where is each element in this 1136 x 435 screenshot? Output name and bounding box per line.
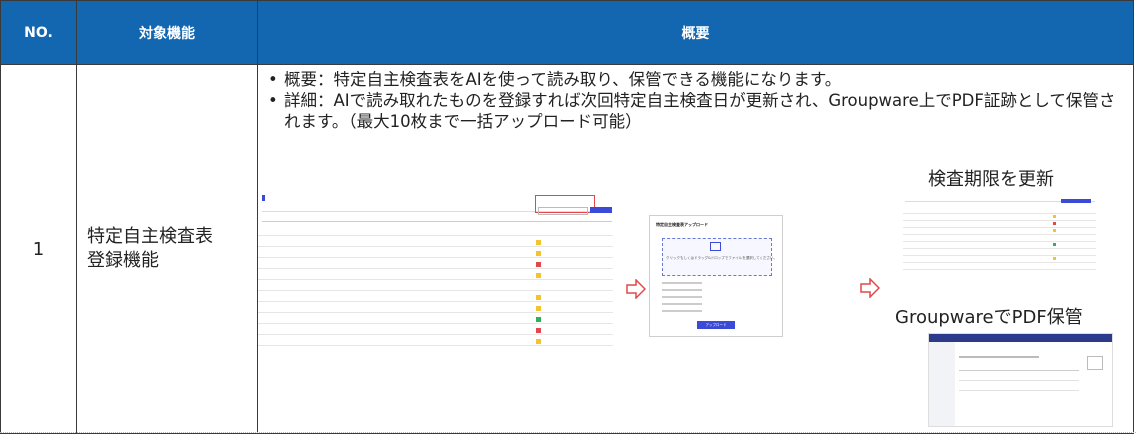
upload-dialog-button[interactable]: アップロード [697, 321, 735, 329]
arrow-right-icon [860, 278, 880, 298]
groupware-screenshot [928, 333, 1113, 427]
header-overview: 概要 [257, 0, 1134, 65]
overview-bullets: 概要：特定自主検査表をAIを使って読み取り、保管できる機能になります。 詳細：A… [266, 69, 1126, 132]
bullet-detail: 詳細：AIで読み取れたものを登録すれば次回特定自主検査日が更新され、Groupw… [266, 90, 1126, 132]
upload-button-label: アップロード [705, 323, 727, 327]
feature-name-line2: 登録機能 [87, 250, 159, 271]
feature-name: 特定自主検査表 登録機能 [76, 64, 258, 434]
header-feature: 対象機能 [76, 0, 258, 65]
list-screenshot [258, 193, 613, 349]
label-update-deadline: 検査期限を更新 [928, 169, 1054, 190]
header-no: NO. [0, 0, 77, 65]
updated-list-screenshot [903, 193, 1096, 275]
arrow-right-icon [626, 279, 646, 299]
upload-dialog-screenshot: 特定自主検査表アップロード クリックもしくはドラッグ&ドロップでファイルを選択し… [649, 215, 783, 337]
feature-name-line1: 特定自主検査表 [87, 226, 213, 247]
bottom-dotted-rule [0, 432, 1136, 433]
row-number: 1 [0, 64, 77, 434]
upload-dialog-title: 特定自主検査表アップロード [656, 222, 708, 227]
overview-cell: 概要：特定自主検査表をAIを使って読み取り、保管できる機能になります。 詳細：A… [257, 64, 1134, 434]
label-groupware-pdf: GroupwareでPDF保管 [895, 307, 1083, 328]
upload-dialog-hint: クリックもしくはドラッグ&ドロップでファイルを選択してください。 [666, 256, 778, 260]
function-table: NO. 対象機能 概要 1 特定自主検査表 登録機能 概要：特定自主検査表をAI… [0, 0, 1134, 434]
bullet-summary: 概要：特定自主検査表をAIを使って読み取り、保管できる機能になります。 [266, 69, 1126, 90]
